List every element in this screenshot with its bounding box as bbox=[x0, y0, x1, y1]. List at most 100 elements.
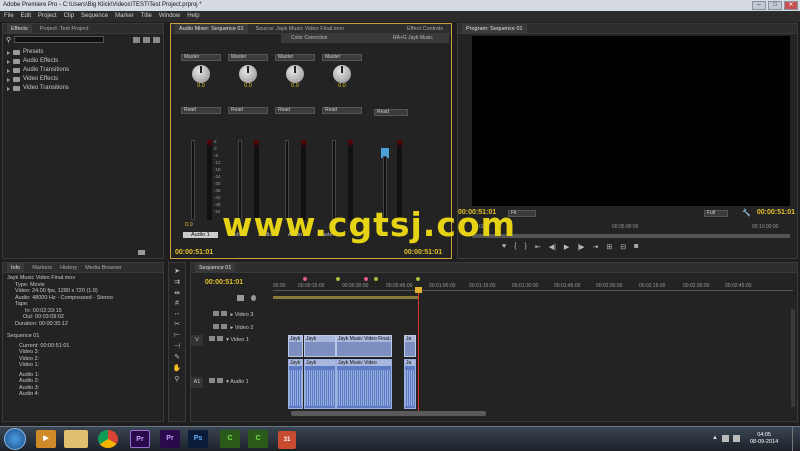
menu-title[interactable]: Title bbox=[141, 11, 152, 22]
eye-icon[interactable] bbox=[213, 324, 219, 329]
start-button[interactable] bbox=[4, 428, 26, 450]
extract-icon[interactable]: ⊟ bbox=[620, 243, 626, 251]
menu-edit[interactable]: Edit bbox=[21, 11, 31, 22]
master-automation-select[interactable]: Read bbox=[374, 109, 408, 116]
lock-icon[interactable] bbox=[216, 378, 223, 383]
media-player-icon[interactable]: ▶ bbox=[36, 430, 56, 448]
volume-fader-1[interactable] bbox=[191, 140, 195, 220]
expand-track-icon[interactable]: ▸ bbox=[231, 312, 234, 318]
mixer-timecode[interactable]: 00:00:51:01 bbox=[175, 249, 213, 256]
show-desktop-button[interactable] bbox=[792, 427, 800, 451]
ripple-edit-tool-icon[interactable]: ⇹ bbox=[174, 289, 180, 297]
tree-item-audio-transitions[interactable]: Audio Transitions bbox=[7, 66, 159, 75]
expand-track-icon[interactable]: ▾ bbox=[226, 337, 229, 343]
channel-output-select[interactable]: Master bbox=[181, 54, 221, 61]
video-clip[interactable]: Jayk bbox=[304, 335, 336, 357]
lock-icon[interactable] bbox=[216, 336, 223, 341]
marker-icon[interactable] bbox=[364, 277, 368, 281]
menu-window[interactable]: Window bbox=[159, 11, 180, 22]
hand-tool-icon[interactable]: ✋ bbox=[173, 364, 182, 372]
eye-icon[interactable] bbox=[208, 336, 215, 341]
expand-icon[interactable] bbox=[7, 50, 10, 55]
playhead[interactable] bbox=[418, 287, 419, 411]
menu-project[interactable]: Project bbox=[38, 11, 57, 22]
marker-icon[interactable] bbox=[303, 277, 307, 281]
chrome-icon[interactable] bbox=[98, 430, 118, 448]
timeline-horizontal-scrollbar[interactable] bbox=[291, 411, 486, 416]
speaker-icon[interactable] bbox=[208, 378, 215, 383]
slide-tool-icon[interactable]: ⊣ bbox=[174, 342, 180, 350]
automation-select[interactable]: Read bbox=[322, 107, 362, 114]
camtasia-recorder-icon[interactable]: C bbox=[248, 430, 268, 448]
pen-tool-icon[interactable]: ✎ bbox=[174, 353, 180, 361]
step-back-icon[interactable]: ◀| bbox=[549, 243, 556, 251]
tab-markers[interactable]: Markers bbox=[32, 263, 52, 272]
tab-audio-mixer[interactable]: Audio Mixer: Sequence 01 bbox=[175, 24, 248, 33]
menu-help[interactable]: Help bbox=[187, 11, 199, 22]
selection-tool-icon[interactable]: ➤ bbox=[174, 267, 180, 275]
track-select-tool-icon[interactable]: ⇉ bbox=[174, 278, 180, 286]
automation-select[interactable]: Read bbox=[228, 107, 268, 114]
go-to-out-icon[interactable]: ⇥ bbox=[593, 243, 599, 251]
tree-item-video-effects[interactable]: Video Effects bbox=[7, 75, 159, 84]
automation-select[interactable]: Read bbox=[181, 107, 221, 114]
menu-file[interactable]: File bbox=[4, 11, 14, 22]
tab-sequence-01[interactable]: Sequence 01 bbox=[195, 263, 236, 272]
sequence-marker-icon[interactable] bbox=[251, 295, 256, 301]
mark-out-icon[interactable]: } bbox=[525, 243, 527, 251]
program-scrub-bar[interactable] bbox=[472, 234, 790, 238]
tab-effect-controls[interactable]: Effect Controls bbox=[407, 24, 443, 33]
timeline-vertical-scrollbar[interactable] bbox=[791, 309, 795, 407]
premiere-icon[interactable]: Pr bbox=[130, 430, 150, 448]
explorer-icon[interactable] bbox=[64, 430, 88, 448]
maximize-button[interactable]: □ bbox=[768, 1, 782, 10]
tab-source[interactable]: Source: Jayk Music Video Final.mov bbox=[256, 24, 345, 33]
video-target-tag[interactable]: V bbox=[191, 335, 203, 346]
network-icon[interactable] bbox=[721, 435, 729, 442]
slip-tool-icon[interactable]: ⊢ bbox=[174, 331, 180, 339]
new-folder-icon[interactable] bbox=[133, 36, 140, 43]
expand-icon[interactable] bbox=[7, 59, 10, 64]
lock-icon[interactable] bbox=[221, 324, 227, 329]
tab-info[interactable]: Info bbox=[7, 263, 25, 272]
timeline-timecode[interactable]: 00:00:51:01 bbox=[205, 279, 243, 286]
rate-stretch-tool-icon[interactable]: ↔ bbox=[174, 310, 181, 317]
work-area-bar[interactable] bbox=[273, 296, 419, 299]
channel-output-select[interactable]: Master bbox=[228, 54, 268, 61]
expand-track-icon[interactable]: ▸ bbox=[231, 325, 234, 331]
menu-marker[interactable]: Marker bbox=[115, 11, 134, 22]
popup-ra-g[interactable]: RA+G Jayk Music bbox=[393, 34, 433, 43]
audio-clip[interactable]: Jayk Music Video Final.mov [A] bbox=[336, 359, 392, 409]
tab-project[interactable]: Project: Test Project bbox=[40, 24, 89, 33]
expand-icon[interactable] bbox=[7, 86, 10, 91]
channel-output-select[interactable]: Master bbox=[275, 54, 315, 61]
tree-item-presets[interactable]: Presets bbox=[7, 48, 159, 57]
clock[interactable]: 04:05 08-09-2014 bbox=[750, 432, 778, 446]
playhead-handle[interactable] bbox=[415, 287, 422, 293]
minimize-button[interactable]: – bbox=[752, 1, 766, 10]
audio-clip[interactable]: Ja bbox=[404, 359, 416, 409]
lift-icon[interactable]: ⊞ bbox=[606, 243, 612, 251]
tab-media-browser[interactable]: Media Browser bbox=[85, 263, 122, 272]
tab-program[interactable]: Program: Sequence 01 bbox=[462, 24, 527, 33]
audio-clip[interactable]: Jayk bbox=[304, 359, 336, 409]
delete-icon[interactable] bbox=[153, 36, 160, 43]
expand-icon[interactable] bbox=[7, 68, 10, 73]
pan-knob[interactable] bbox=[239, 65, 257, 83]
mark-in-icon[interactable]: { bbox=[514, 243, 516, 251]
razor-tool-icon[interactable]: ✂ bbox=[174, 320, 180, 328]
menu-clip[interactable]: Clip bbox=[64, 11, 74, 22]
menu-sequence[interactable]: Sequence bbox=[81, 11, 108, 22]
pan-knob[interactable] bbox=[286, 65, 304, 83]
channel-output-select[interactable]: Master bbox=[322, 54, 362, 61]
tree-item-audio-effects[interactable]: Audio Effects bbox=[7, 57, 159, 66]
export-frame-icon[interactable]: ◙ bbox=[634, 243, 638, 251]
play-icon[interactable]: ▶ bbox=[564, 243, 569, 251]
premiere-2-icon[interactable]: Pr bbox=[160, 430, 180, 448]
step-forward-icon[interactable]: |▶ bbox=[577, 243, 584, 251]
snap-toggle-icon[interactable] bbox=[237, 295, 244, 301]
tab-history[interactable]: History bbox=[60, 263, 77, 272]
photoshop-icon[interactable]: Ps bbox=[188, 430, 208, 448]
calendar-icon[interactable]: 31 bbox=[278, 431, 296, 449]
camtasia-icon[interactable]: C bbox=[220, 430, 240, 448]
